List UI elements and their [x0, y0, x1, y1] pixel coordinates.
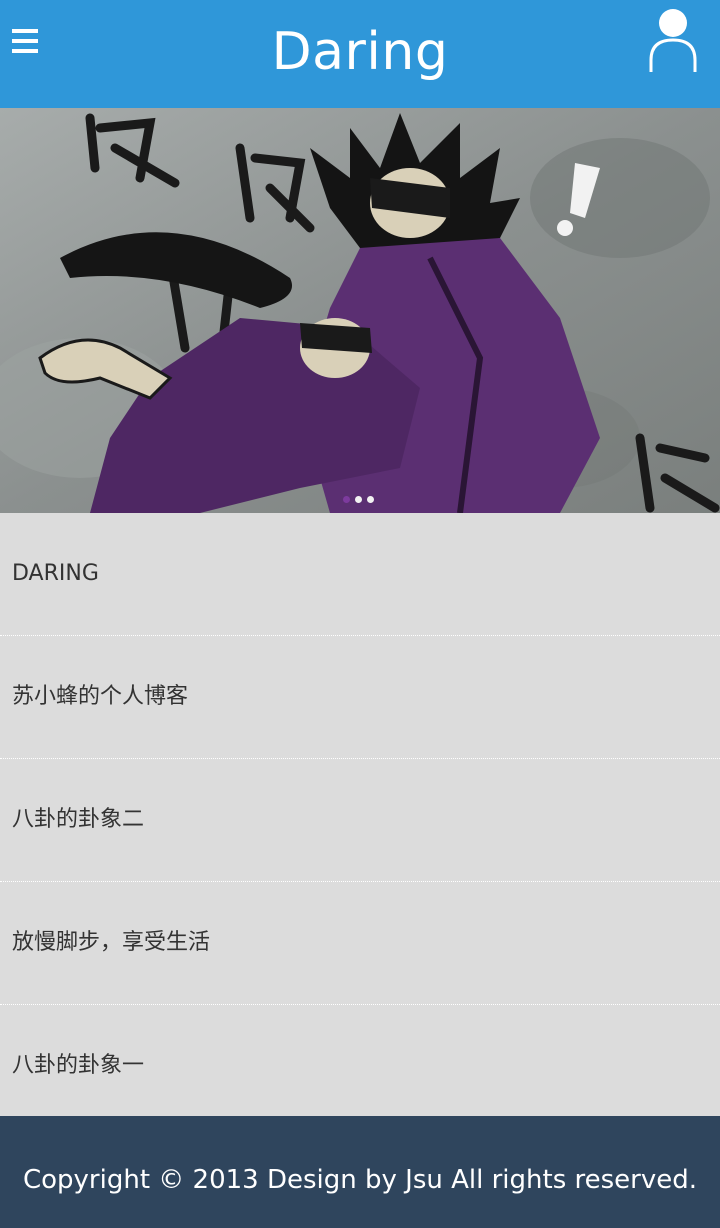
list-item[interactable]: 八卦的卦象一 — [0, 1005, 720, 1128]
list-item[interactable]: DARING — [0, 513, 720, 636]
list-item[interactable]: 放慢脚步，享受生活 — [0, 882, 720, 1005]
page-footer: Copyright © 2013 Design by Jsu All right… — [0, 1116, 720, 1228]
user-profile-icon[interactable] — [646, 6, 702, 76]
list-item-label: 八卦的卦象一 — [12, 1053, 145, 1078]
copyright-text: Copyright © 2013 Design by Jsu All right… — [22, 1165, 698, 1195]
banner-illustration — [0, 108, 720, 513]
list-item-label: 放慢脚步，享受生活 — [12, 930, 211, 955]
list-item[interactable]: 苏小蜂的个人博客 — [0, 636, 720, 759]
list-item-label: DARING — [12, 561, 99, 586]
page-title: Daring — [271, 22, 449, 82]
article-list: DARING 苏小蜂的个人博客 八卦的卦象二 放慢脚步，享受生活 八卦的卦象一 — [0, 513, 720, 1128]
carousel-dot-1[interactable] — [343, 496, 350, 503]
carousel-dot-3[interactable] — [367, 496, 374, 503]
hamburger-menu-icon[interactable] — [12, 29, 38, 53]
list-item-label: 八卦的卦象二 — [12, 807, 145, 832]
list-item[interactable]: 八卦的卦象二 — [0, 759, 720, 882]
carousel-banner[interactable] — [0, 108, 720, 513]
carousel-dot-2[interactable] — [355, 496, 362, 503]
app-header: Daring — [0, 0, 720, 108]
list-item-label: 苏小蜂的个人博客 — [12, 684, 189, 709]
